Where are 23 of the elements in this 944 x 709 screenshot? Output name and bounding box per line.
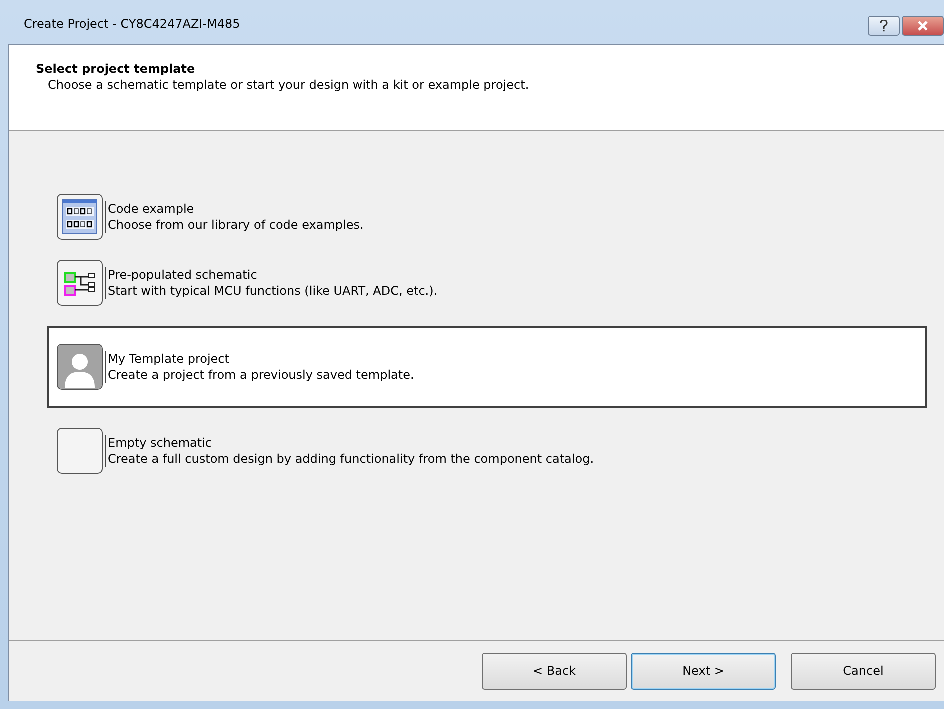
option-description: Start with typical MCU functions (like UART, ADC, etc.). — [108, 283, 438, 299]
template-option[interactable]: Empty schematic Create a full custom design by adding functionality from the component catalog. — [55, 428, 927, 474]
dialog-button[interactable]: Next > — [631, 652, 776, 690]
option-title: Code example — [108, 201, 196, 217]
page-title: Select project template — [36, 62, 196, 76]
option-title: Pre-populated schematic — [108, 267, 258, 283]
dialog-button[interactable]: < Back — [482, 652, 627, 690]
option-description: Create a full custom design by adding functionality from the component catalog. — [108, 451, 594, 467]
option-description: Create a project from a previously saved template. — [108, 367, 414, 383]
close-icon — [917, 21, 929, 31]
help-button[interactable] — [868, 16, 900, 36]
template-option[interactable]: My Template project Create a project from a previously saved template. — [47, 326, 927, 408]
option-title: My Template project — [108, 351, 230, 367]
help-icon — [880, 20, 888, 32]
dialog-button[interactable]: Cancel — [791, 652, 936, 690]
option-icon-frame — [57, 428, 103, 474]
page-subtitle: Choose a schematic template or start your design with a kit or example project. — [47, 78, 530, 92]
window-title: Create Project - CY8C4247AZI-M485 — [24, 17, 240, 31]
option-title: Empty schematic — [108, 435, 214, 451]
template-option[interactable]: Code example Choose from our library of code examples. — [55, 194, 927, 240]
option-description: Choose from our library of code examples. — [108, 217, 364, 233]
close-button[interactable] — [902, 16, 944, 36]
template-option[interactable]: Pre-populated schematic Start with typical MCU functions (like UART, ADC, etc.). — [55, 260, 927, 306]
